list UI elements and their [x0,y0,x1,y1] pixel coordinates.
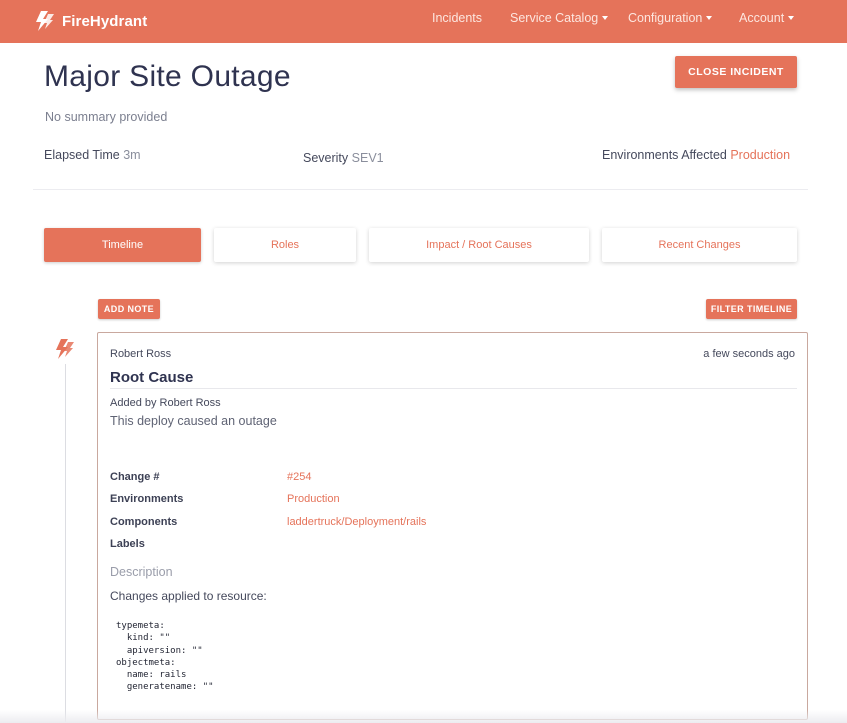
field-value-components[interactable]: laddertruck/Deployment/rails [287,516,426,528]
entry-added-by: Added by Robert Ross [110,397,221,409]
tab-roles[interactable]: Roles [214,228,356,262]
field-value-environments[interactable]: Production [287,493,340,505]
nav-incidents-label: Incidents [432,11,483,25]
tab-timeline-label: Timeline [101,239,144,251]
timeline-line [65,364,66,723]
timeline-entry-card: Robert Ross a few seconds ago Root Cause… [97,332,808,720]
nav-incidents[interactable]: Incidents [432,11,482,25]
tab-roles-label: Roles [270,239,300,251]
elapsed-time-value: 3m [123,148,141,162]
caret-down-icon [788,16,795,20]
nav-configuration[interactable]: Configuration [628,11,713,25]
field-label-labels: Labels [110,538,145,550]
nav-service-catalog[interactable]: Service Catalog [510,11,609,25]
nav-account-label: Account [739,11,785,25]
severity-value: SEV1 [351,151,384,165]
bottom-fade [0,710,847,723]
tab-recent-changes[interactable]: Recent Changes [602,228,797,262]
resource-diff-code: typemeta: kind: "" apiversion: "" object… [116,621,214,693]
brand-name: FireHydrant [62,12,148,30]
elapsed-time-label: Elapsed Time [44,148,120,162]
changes-applied-text: Changes applied to resource: [110,589,267,603]
timeline-entry-marker [53,338,75,365]
entry-note-body: This deploy caused an outage [110,414,277,428]
severity-label: Severity [303,151,349,165]
firehydrant-marker-icon [56,339,74,359]
tab-impact-root-causes-label: Impact / Root Causes [426,239,532,251]
severity: Severity SEV1 [303,151,384,165]
nav-configuration-label: Configuration [628,11,703,25]
tab-impact-root-causes[interactable]: Impact / Root Causes [369,228,589,262]
brand-home-link[interactable]: FireHydrant [33,8,147,34]
field-value-change-number[interactable]: #254 [287,471,311,483]
nav-account[interactable]: Account [739,11,795,25]
entry-title: Root Cause [110,369,194,386]
caret-down-icon [602,16,609,20]
field-label-environments: Environments [110,493,184,505]
top-navbar: FireHydrant Incidents Service Catalog Co… [0,0,847,43]
field-label-change-number: Change # [110,471,160,483]
filter-timeline-button[interactable]: FILTER TIMELINE [706,299,797,319]
elapsed-time: Elapsed Time 3m [44,148,141,162]
close-incident-button[interactable]: CLOSE INCIDENT [675,56,797,88]
field-label-components: Components [110,516,178,528]
page-title: Major Site Outage [44,60,291,93]
entry-author: Robert Ross [110,348,172,360]
environments-affected-value[interactable]: Production [730,148,790,162]
environments-affected-label: Environments Affected [602,148,727,162]
description-label: Description [110,565,173,579]
add-note-button[interactable]: ADD NOTE [98,299,160,319]
tab-recent-changes-label: Recent Changes [658,239,741,251]
nav-service-catalog-label: Service Catalog [510,11,599,25]
entry-timestamp: a few seconds ago [703,348,795,360]
incident-summary: No summary provided [45,110,168,124]
environments-affected: Environments Affected Production [602,148,790,162]
header-divider [33,189,808,190]
firehydrant-logo-icon [36,11,54,31]
entry-title-divider [110,388,797,389]
caret-down-icon [706,16,713,20]
tab-timeline[interactable]: Timeline [44,228,201,262]
